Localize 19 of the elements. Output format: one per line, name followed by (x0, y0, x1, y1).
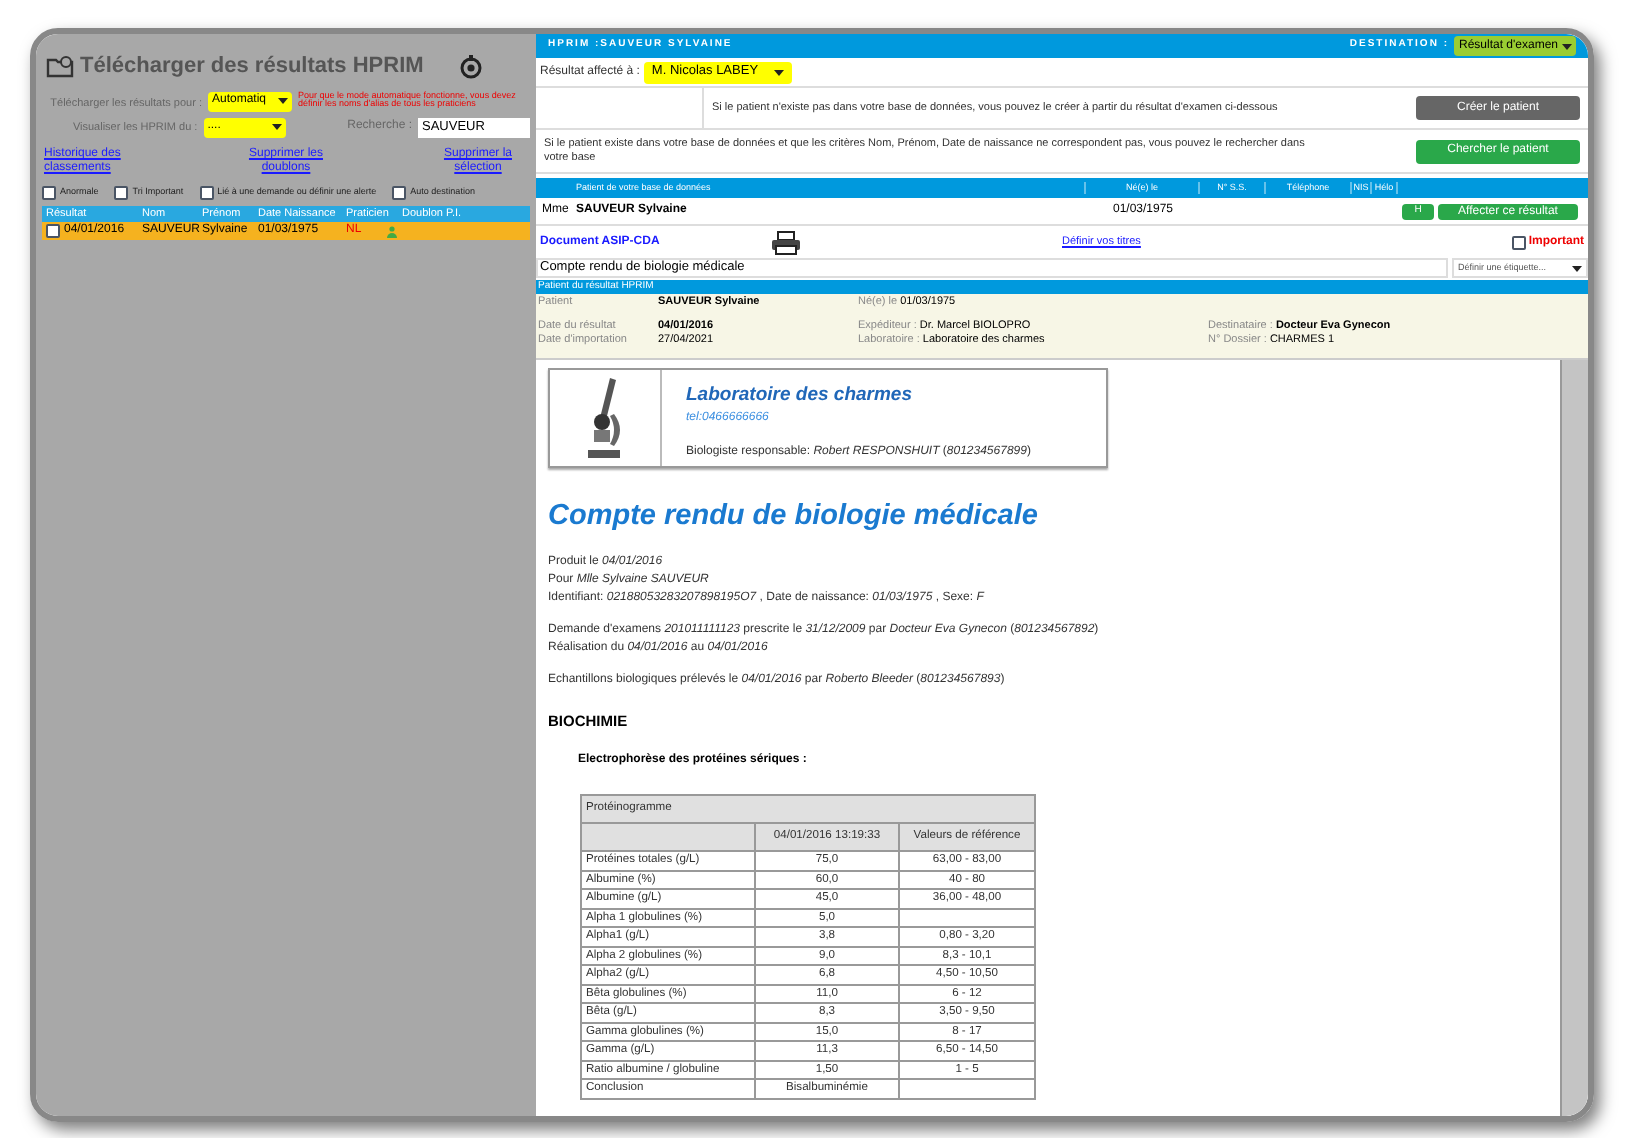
panel-title: Télécharger des résultats HPRIM (80, 52, 424, 82)
caret-icon (773, 69, 784, 75)
settings-icon[interactable] (457, 53, 484, 80)
printer-icon[interactable] (770, 229, 802, 255)
checkbox[interactable] (42, 186, 56, 201)
checkbox[interactable] (199, 186, 214, 201)
report-title: Compte rendu de biologie médicale (548, 498, 1040, 536)
caret-icon (278, 98, 288, 104)
download-folder-icon (46, 54, 74, 79)
caret-icon (1562, 43, 1572, 49)
scrollbar[interactable] (1560, 360, 1588, 1116)
checkbox[interactable] (1512, 235, 1527, 249)
checkbox[interactable] (46, 224, 60, 239)
caret-icon (1572, 265, 1582, 271)
checkbox[interactable] (114, 186, 129, 201)
person-icon (385, 225, 398, 238)
lab-name: Laboratoire des charmes (686, 382, 914, 410)
checkbox[interactable] (392, 186, 407, 201)
caret-icon (271, 124, 282, 131)
